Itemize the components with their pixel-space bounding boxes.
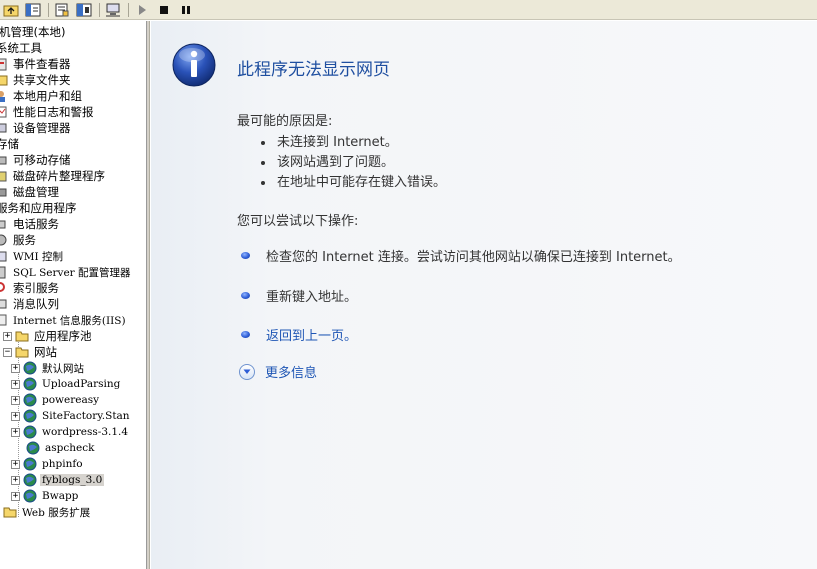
sql-server-icon <box>0 266 6 279</box>
globe-icon <box>23 457 37 471</box>
tree-item-services-and-apps[interactable]: 服务和应用程序 <box>0 200 79 216</box>
play-icon[interactable] <box>133 2 151 18</box>
globe-icon <box>23 393 37 407</box>
tree-item-uploadparsing[interactable]: + UploadParsing <box>11 376 122 392</box>
globe-icon <box>23 409 37 423</box>
action-check-connection: 检查您的 Internet 连接。尝试访问其他网站以确保已连接到 Interne… <box>241 246 681 265</box>
info-icon <box>172 43 216 87</box>
tree-item-event-viewer[interactable]: 事件查看器 <box>0 56 73 72</box>
list-item: 在地址中可能存在键入错误。 <box>261 173 446 193</box>
users-icon <box>0 91 5 102</box>
tree-item-wordpress[interactable]: + wordpress-3.1.4 <box>11 424 130 440</box>
toolbar <box>0 0 817 20</box>
tree-item-bwapp[interactable]: + Bwapp <box>11 488 80 504</box>
properties-icon[interactable] <box>53 2 71 18</box>
folder-icon <box>3 507 17 518</box>
expand-icon[interactable]: + <box>11 395 20 405</box>
up-folder-icon[interactable] <box>2 2 20 18</box>
tree-item-defragmenter[interactable]: 磁盘碎片整理程序 <box>0 168 107 184</box>
console-tree: 机管理(本地) 系统工具 事件查看器 共享文件夹 本地用户和组 性能日志和警报 … <box>0 21 147 569</box>
causes-list: 未连接到 Internet。 该网站遇到了问题。 在地址中可能存在键入错误。 <box>261 133 446 193</box>
tree-item-shared-folders[interactable]: 共享文件夹 <box>0 72 73 88</box>
more-info-label: 更多信息 <box>265 366 318 381</box>
tree-item-aspcheck[interactable]: aspcheck <box>26 440 96 456</box>
tree-item-sitefactory[interactable]: + SiteFactory.Stan <box>11 408 132 424</box>
tree-item-computer-management[interactable]: 机管理(本地) <box>0 24 67 40</box>
more-info-button[interactable]: 更多信息 <box>239 362 317 381</box>
action-go-back: 返回到上一页。 <box>241 325 357 344</box>
bullet-icon <box>241 292 250 299</box>
expand-icon[interactable]: + <box>11 411 20 421</box>
action-retype-address: 重新键入地址。 <box>241 286 357 305</box>
expand-icon[interactable]: + <box>11 379 20 389</box>
computer-icon[interactable] <box>104 2 122 18</box>
expand-icon[interactable]: + <box>11 491 20 501</box>
pause-icon[interactable] <box>177 2 195 18</box>
tree-item-services[interactable]: 服务 <box>0 232 38 248</box>
expand-icon[interactable]: + <box>3 331 12 341</box>
tree-item-websites[interactable]: − 网站 <box>3 344 59 360</box>
event-viewer-icon <box>0 58 7 71</box>
iis-icon <box>0 314 7 326</box>
tree-item-wmi-control[interactable]: WMI 控制 <box>0 248 65 264</box>
message-queue-icon <box>0 299 7 309</box>
tree-item-storage[interactable]: 存储 <box>0 136 21 152</box>
expand-icon[interactable]: + <box>11 363 20 373</box>
tree-item-indexing[interactable]: 索引服务 <box>0 280 61 296</box>
causes-heading: 最可能的原因是: <box>237 114 333 129</box>
globe-icon <box>23 489 37 503</box>
tree-item-fyblogs[interactable]: + fyblogs_3.0 <box>11 472 105 488</box>
globe-icon <box>23 377 37 391</box>
stop-icon[interactable] <box>155 2 173 18</box>
actions-heading: 您可以尝试以下操作: <box>237 214 359 229</box>
tree-item-removable-storage[interactable]: 可移动存储 <box>0 152 73 168</box>
tree-item-powereasy[interactable]: + powereasy <box>11 392 101 408</box>
list-item: 未连接到 Internet。 <box>261 133 446 153</box>
shared-folder-icon <box>0 75 8 86</box>
error-page: 此程序无法显示网页 最可能的原因是: 未连接到 Internet。 该网站遇到了… <box>151 21 817 569</box>
expand-icon[interactable]: + <box>11 475 20 485</box>
globe-icon <box>26 441 40 455</box>
telephony-icon <box>0 220 6 229</box>
folder-icon <box>15 331 29 342</box>
tree-item-iis[interactable]: Internet 信息服务(IIS) <box>0 312 128 328</box>
wmi-icon <box>0 251 7 262</box>
pane-splitter[interactable] <box>147 21 150 569</box>
tree-item-app-pools[interactable]: + 应用程序池 <box>3 328 94 344</box>
tree-item-local-users[interactable]: 本地用户和组 <box>0 88 84 104</box>
bullet-icon <box>241 252 250 259</box>
tree-item-telephony[interactable]: 电话服务 <box>0 216 61 232</box>
device-manager-icon <box>0 123 7 133</box>
globe-icon <box>23 473 37 487</box>
collapse-icon[interactable]: − <box>3 347 12 357</box>
go-back-link[interactable]: 返回到上一页。 <box>266 325 357 344</box>
page-title: 此程序无法显示网页 <box>237 60 390 80</box>
tree-item-sql-config[interactable]: SQL Server 配置管理器 <box>0 264 133 280</box>
tree-item-system-tools[interactable]: 系统工具 <box>0 40 44 56</box>
help-icon[interactable] <box>75 2 93 18</box>
folder-icon <box>15 347 29 358</box>
services-icon <box>0 234 7 246</box>
tree-item-web-service-extensions[interactable]: Web 服务扩展 <box>3 504 92 520</box>
tree-item-performance-logs[interactable]: 性能日志和警报 <box>0 104 96 120</box>
expand-icon[interactable]: + <box>11 427 20 437</box>
globe-icon <box>23 361 37 375</box>
globe-icon <box>23 425 37 439</box>
tree-item-message-queue[interactable]: 消息队列 <box>0 296 61 312</box>
tree-item-disk-management[interactable]: 磁盘管理 <box>0 184 61 200</box>
chevron-down-icon[interactable] <box>239 363 255 380</box>
tree-item-phpinfo[interactable]: + phpinfo <box>11 456 85 472</box>
tree-item-device-manager[interactable]: 设备管理器 <box>0 120 73 136</box>
bullet-icon <box>241 331 250 338</box>
tree-item-default-site[interactable]: + 默认网站 <box>11 360 86 376</box>
defrag-icon <box>0 171 7 182</box>
removable-storage-icon <box>0 156 7 165</box>
expand-icon[interactable]: + <box>11 459 20 469</box>
performance-icon <box>0 106 7 118</box>
show-hide-tree-icon[interactable] <box>24 2 42 18</box>
list-item: 该网站遇到了问题。 <box>261 153 446 173</box>
disk-management-icon <box>0 188 7 197</box>
indexing-icon <box>0 282 5 292</box>
